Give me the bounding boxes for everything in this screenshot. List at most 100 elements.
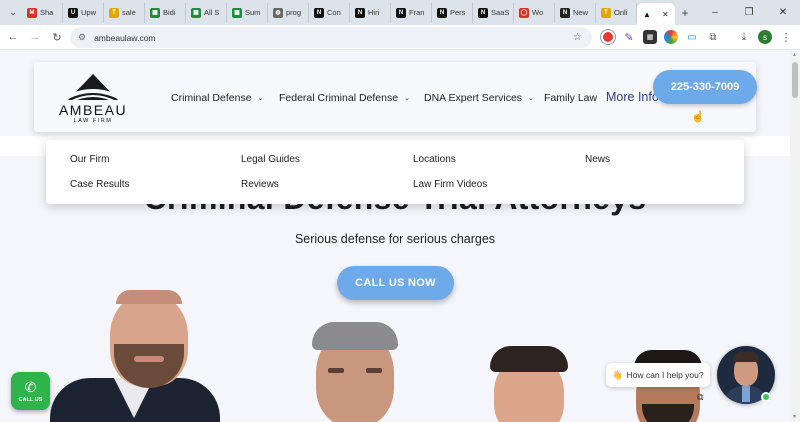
menu-item-case-results[interactable]: Case Results: [70, 179, 129, 190]
hero-subtitle: Serious defense for serious charges: [294, 232, 496, 246]
scrollbar-thumb[interactable]: [792, 62, 798, 98]
extension-color-icon[interactable]: [664, 30, 678, 44]
call-us-label: CALL US: [18, 396, 43, 403]
minimize-button[interactable]: –: [698, 7, 732, 18]
menu-item-legal-guides[interactable]: Legal Guides: [241, 154, 300, 165]
external-link-icon[interactable]: ⧉: [697, 392, 703, 403]
news-icon: N: [560, 7, 570, 18]
menu-item-locations[interactable]: Locations: [413, 154, 456, 165]
browser-tab[interactable]: ▦ All S: [186, 2, 227, 23]
notion-icon: N: [355, 7, 365, 18]
browser-tab[interactable]: U Upw: [63, 2, 104, 23]
tab-label: SaaS: [491, 8, 510, 17]
browser-tab[interactable]: M Sha: [22, 2, 63, 23]
browser-tab[interactable]: N SaaS: [473, 2, 514, 23]
bookmark-star-icon[interactable]: ☆: [573, 32, 582, 43]
extension-pen-icon[interactable]: ✎: [622, 30, 636, 44]
extension-grid-icon[interactable]: ▦: [643, 30, 657, 44]
browser-tab[interactable]: N Pers: [432, 2, 473, 23]
tab-close-icon[interactable]: ✕: [662, 10, 669, 19]
tab-search-icon[interactable]: ⌄: [4, 4, 22, 22]
site-header: AMBEAU LAW FIRM Criminal Defense ⌄ Feder…: [34, 62, 756, 132]
browser-tab[interactable]: ◍ prog: [268, 2, 309, 23]
nav-dna-expert-services[interactable]: DNA Expert Services ⌄: [424, 92, 534, 104]
tab-label: sale: [122, 8, 136, 17]
scroll-up-arrow-icon[interactable]: ▲: [792, 52, 797, 58]
more-info-dropdown: Our Firm Case Results Legal Guides Revie…: [46, 140, 744, 204]
extension-screen-icon[interactable]: ▭: [685, 30, 699, 44]
window-controls: – ❐ ✕: [698, 0, 800, 25]
browser-tab[interactable]: N Con: [309, 2, 350, 23]
scroll-down-arrow-icon[interactable]: ▼: [792, 414, 797, 420]
nav-federal-criminal-defense[interactable]: Federal Criminal Defense ⌄: [279, 92, 410, 104]
nav-label: More Info: [606, 90, 659, 104]
browser-tab[interactable]: Tsale: [104, 2, 145, 23]
ambeau-logo[interactable]: AMBEAU LAW FIRM: [56, 72, 130, 124]
extension-pokeball-icon[interactable]: [601, 30, 615, 44]
site-info-icon[interactable]: ⚙: [78, 32, 86, 43]
tab-label: Sha: [40, 8, 54, 17]
notion-icon: N: [396, 7, 406, 18]
profile-avatar[interactable]: s: [758, 30, 772, 44]
nav-label: Criminal Defense: [171, 92, 252, 104]
browser-tab[interactable]: N Hiri: [350, 2, 391, 23]
nav-label: Federal Criminal Defense: [279, 92, 399, 104]
tab-label: Pers: [450, 8, 466, 17]
menu-item-our-firm[interactable]: Our Firm: [70, 154, 109, 165]
attorney-photo-1: [40, 286, 230, 422]
chat-prompt-bubble[interactable]: 👋 How can I help you?: [606, 363, 710, 387]
nav-label: DNA Expert Services: [424, 92, 523, 104]
notion-icon: N: [478, 7, 488, 18]
nav-family-law[interactable]: Family Law: [544, 92, 597, 104]
browser-tab[interactable]: N Fran: [391, 2, 432, 23]
chevron-down-icon: ⌄: [257, 95, 264, 102]
url-text: ambeaulaw.com: [94, 32, 156, 43]
menu-item-reviews[interactable]: Reviews: [241, 179, 279, 190]
webpage: Criminal Defense Trial Attorneys Serious…: [0, 50, 790, 422]
reload-button[interactable]: ↻: [46, 31, 68, 44]
menu-item-news[interactable]: News: [585, 154, 610, 165]
phone-icon: ✆: [24, 378, 37, 395]
circle-icon: ◯: [519, 7, 529, 18]
menu-item-law-firm-videos[interactable]: Law Firm Videos: [413, 179, 487, 190]
browser-tab[interactable]: ◯ Wo: [514, 2, 555, 23]
browser-tab[interactable]: N New: [555, 2, 596, 23]
online-status-dot: [761, 392, 771, 402]
page-scrollbar[interactable]: ▲ ▼: [790, 50, 800, 422]
browser-tab[interactable]: ▦ Sum: [227, 2, 268, 23]
logo-tagline: LAW FIRM: [73, 118, 113, 124]
chat-prompt-text: How can I help you?: [626, 370, 704, 380]
tab-active[interactable]: ▲ ✕: [637, 3, 675, 25]
call-us-widget[interactable]: ✆ CALL US: [11, 372, 50, 410]
logo-wordmark: AMBEAU: [58, 102, 128, 118]
restore-button[interactable]: ❐: [732, 7, 766, 18]
tab-label: Sum: [245, 8, 261, 17]
extensions-puzzle-icon[interactable]: ⧉: [706, 30, 720, 44]
close-window-button[interactable]: ✕: [766, 7, 800, 18]
phone-button[interactable]: 225-330-7009: [653, 70, 757, 104]
doc-icon: T: [601, 7, 611, 18]
notion-icon: N: [314, 7, 324, 18]
forward-button[interactable]: →: [24, 31, 46, 43]
download-icon[interactable]: ⤓: [737, 30, 751, 44]
new-tab-button[interactable]: +: [675, 6, 695, 20]
browser-tab[interactable]: ▦ Bidi: [145, 2, 186, 23]
tab-label: prog: [286, 8, 302, 17]
tab-label: Con: [327, 8, 341, 17]
attorney-photo-3: [480, 342, 590, 422]
tab-label: Fran: [409, 8, 425, 17]
ambeau-favicon: ▲: [642, 9, 652, 19]
tab-label: Hiri: [368, 8, 380, 17]
tab-label: All S: [204, 8, 220, 17]
nav-label: Family Law: [544, 92, 598, 104]
sheets-icon: ▦: [232, 7, 242, 18]
tab-label: New: [573, 8, 589, 17]
tab-label: Onli: [614, 8, 628, 17]
address-bar[interactable]: ⚙ ambeaulaw.com ☆: [70, 27, 592, 48]
back-button[interactable]: ←: [2, 31, 24, 43]
browser-tab-strip: ⌄ M Sha U Upw Tsale ▦ Bidi ▦ All S ▦ Sum ◍ prog N Con N…: [0, 0, 800, 25]
nav-criminal-defense[interactable]: Criminal Defense ⌄: [171, 92, 263, 104]
chevron-down-icon: ⌄: [528, 95, 534, 102]
browser-tab[interactable]: T Onli: [596, 2, 637, 23]
browser-menu-icon[interactable]: ⋮: [779, 30, 793, 44]
